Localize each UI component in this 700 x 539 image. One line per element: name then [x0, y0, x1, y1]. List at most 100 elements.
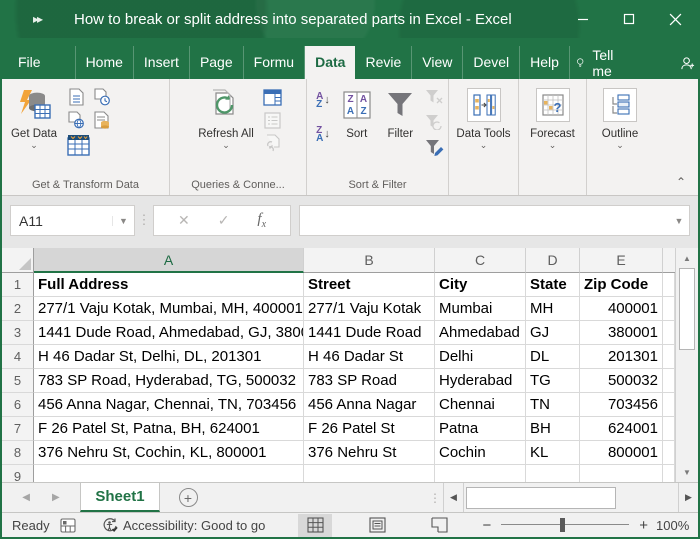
cell-B4[interactable]: H 46 Dadar St [304, 345, 435, 369]
accessibility-status[interactable]: Accessibility: Good to go [102, 517, 265, 533]
cell-partial[interactable] [663, 417, 675, 441]
cell-B9[interactable] [304, 465, 435, 482]
column-header-d[interactable]: D [526, 248, 580, 273]
maximize-button[interactable] [606, 0, 652, 38]
tabs-scrollbar-divider[interactable]: ⋮ [427, 483, 443, 512]
minimize-button[interactable] [560, 0, 606, 38]
row-header-6[interactable]: 6 [2, 393, 34, 417]
cell-D5[interactable]: TG [526, 369, 580, 393]
cell-E9[interactable] [580, 465, 663, 482]
column-header-a[interactable]: A [34, 248, 304, 273]
cell-D4[interactable]: DL [526, 345, 580, 369]
cell-C1[interactable]: City [435, 273, 526, 297]
edit-links-button[interactable] [262, 133, 282, 153]
zoom-in-button[interactable]: + [639, 517, 648, 534]
tab-devel[interactable]: Devel [463, 46, 520, 79]
cell-E1[interactable]: Zip Code [580, 273, 663, 297]
cell-C5[interactable]: Hyderabad [435, 369, 526, 393]
row-header-8[interactable]: 8 [2, 441, 34, 465]
queries-connections-button[interactable] [262, 87, 282, 107]
cell-D8[interactable]: KL [526, 441, 580, 465]
column-header-c[interactable]: C [435, 248, 526, 273]
cell-partial[interactable] [663, 441, 675, 465]
formula-input[interactable]: ▼ [299, 205, 690, 236]
cell-A4[interactable]: H 46 Dadar St, Delhi, DL, 201301 [34, 345, 304, 369]
sort-descending-button[interactable]: ZA↓ [313, 125, 333, 145]
cell-E7[interactable]: 624001 [580, 417, 663, 441]
cell-B5[interactable]: 783 SP Road [304, 369, 435, 393]
close-button[interactable] [652, 0, 698, 38]
cell-partial[interactable] [663, 369, 675, 393]
cell-A1[interactable]: Full Address [34, 273, 304, 297]
prev-sheet-icon[interactable]: ◀ [22, 492, 30, 503]
from-text-csv-button[interactable] [66, 87, 86, 107]
cell-D9[interactable] [526, 465, 580, 482]
row-header-2[interactable]: 2 [2, 297, 34, 321]
cell-A3[interactable]: 1441 Dude Road, Ahmedabad, GJ, 380001 [34, 321, 304, 345]
scroll-up-icon[interactable]: ▲ [676, 248, 698, 268]
from-table-range-button[interactable] [66, 133, 90, 157]
cell-C7[interactable]: Patna [435, 417, 526, 441]
vertical-scrollbar[interactable]: ▲ ▼ [675, 248, 698, 482]
cell-E6[interactable]: 703456 [580, 393, 663, 417]
next-sheet-icon[interactable]: ▶ [52, 492, 60, 503]
insert-function-icon[interactable]: fx [257, 211, 266, 230]
tab-insert[interactable]: Insert [134, 46, 190, 79]
cell-C2[interactable]: Mumbai [435, 297, 526, 321]
filter-button[interactable]: Filter [381, 81, 421, 173]
horizontal-scrollbar[interactable]: ◀ ▶ [443, 483, 698, 512]
recent-sources-button[interactable] [92, 87, 112, 107]
tab-revie[interactable]: Revie [355, 46, 412, 79]
cell-B2[interactable]: 277/1 Vaju Kotak [304, 297, 435, 321]
row-header-5[interactable]: 5 [2, 369, 34, 393]
get-data-button[interactable]: Get Data ⌄ [6, 81, 62, 173]
column-header-partial[interactable] [663, 248, 675, 273]
vertical-scroll-track[interactable] [676, 350, 698, 462]
cell-E2[interactable]: 400001 [580, 297, 663, 321]
cell-partial[interactable] [663, 297, 675, 321]
cell-D2[interactable]: MH [526, 297, 580, 321]
cell-B8[interactable]: 376 Nehru St [304, 441, 435, 465]
cell-D3[interactable]: GJ [526, 321, 580, 345]
refresh-all-button[interactable]: Refresh All ⌄ [194, 81, 258, 173]
tab-formu[interactable]: Formu [244, 46, 305, 79]
zoom-slider-handle[interactable] [560, 518, 565, 532]
scroll-left-icon[interactable]: ◀ [444, 483, 464, 512]
tab-file[interactable]: File [2, 46, 57, 79]
cell-D1[interactable]: State [526, 273, 580, 297]
clear-filter-button[interactable] [424, 87, 444, 107]
cell-partial[interactable] [663, 321, 675, 345]
cell-C8[interactable]: Cochin [435, 441, 526, 465]
cell-E4[interactable]: 201301 [580, 345, 663, 369]
sheet-tab-sheet1[interactable]: Sheet1 [80, 483, 160, 512]
cell-D6[interactable]: TN [526, 393, 580, 417]
forecast-button[interactable]: ? Forecast ⌄ [523, 81, 582, 173]
new-sheet-button[interactable]: + [160, 483, 216, 512]
cell-E5[interactable]: 500032 [580, 369, 663, 393]
cell-A6[interactable]: 456 Anna Nagar, Chennai, TN, 703456 [34, 393, 304, 417]
tab-help[interactable]: Help [520, 46, 570, 79]
properties-button[interactable] [262, 110, 282, 130]
zoom-percentage[interactable]: 100% [656, 518, 698, 533]
data-tools-button[interactable]: Data Tools ⌄ [453, 81, 514, 173]
cell-partial[interactable] [663, 345, 675, 369]
reapply-filter-button[interactable] [424, 112, 444, 132]
cell-A9[interactable] [34, 465, 304, 482]
share-button[interactable]: Share [680, 55, 700, 71]
cell-D7[interactable]: BH [526, 417, 580, 441]
formula-bar-expand-icon[interactable]: ▼ [669, 216, 689, 226]
existing-connections-button[interactable] [92, 110, 112, 130]
cancel-icon[interactable]: ✕ [178, 212, 190, 229]
column-header-b[interactable]: B [304, 248, 435, 273]
cell-E8[interactable]: 800001 [580, 441, 663, 465]
scroll-down-icon[interactable]: ▼ [676, 462, 698, 482]
cell-B6[interactable]: 456 Anna Nagar [304, 393, 435, 417]
outline-button[interactable]: Outline ⌄ [591, 81, 649, 173]
row-header-7[interactable]: 7 [2, 417, 34, 441]
scroll-right-icon[interactable]: ▶ [678, 483, 698, 512]
normal-view-button[interactable] [298, 514, 332, 537]
cell-partial[interactable] [663, 465, 675, 482]
cell-A2[interactable]: 277/1 Vaju Kotak, Mumbai, MH, 400001 [34, 297, 304, 321]
advanced-filter-button[interactable] [424, 137, 444, 157]
page-layout-view-button[interactable] [360, 514, 394, 537]
